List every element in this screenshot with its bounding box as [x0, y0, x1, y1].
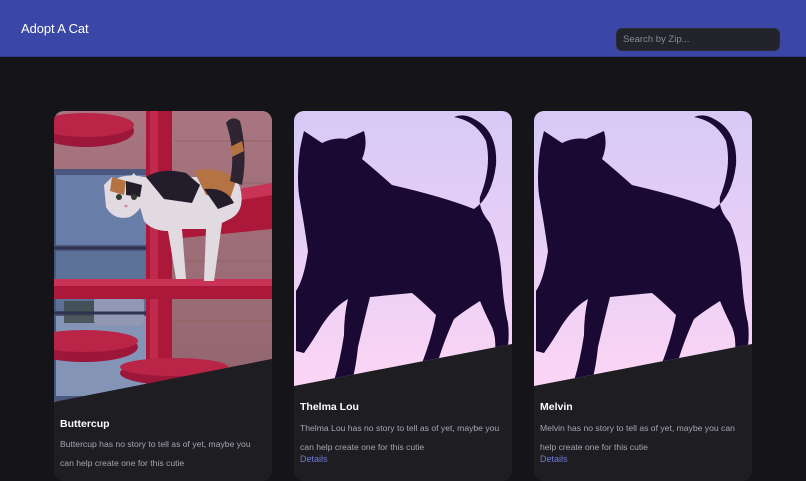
details-link[interactable]: Details — [540, 453, 568, 465]
cat-card-buttercup[interactable]: Buttercup Buttercup has no story to tell… — [54, 111, 272, 481]
cat-name: Melvin — [540, 401, 573, 413]
cat-silhouette-placeholder-image — [534, 111, 752, 386]
cat-description: Buttercup has no story to tell as of yet… — [60, 439, 251, 468]
cat-name: Thelma Lou — [300, 401, 359, 413]
cat-description: Melvin has no story to tell as of yet, m… — [540, 423, 735, 452]
calico-cat-photo-image — [54, 111, 272, 411]
zip-search-input[interactable] — [616, 28, 780, 51]
cat-card-thelma-lou[interactable]: Thelma Lou Thelma Lou has no story to te… — [294, 111, 512, 481]
cat-name: Buttercup — [60, 418, 110, 430]
top-navbar: Adopt A Cat — [0, 0, 806, 57]
details-link[interactable]: Details — [300, 453, 328, 465]
cat-card-melvin[interactable]: Melvin Melvin has no story to tell as of… — [534, 111, 752, 481]
cat-silhouette-placeholder-image — [294, 111, 512, 386]
cat-photo[interactable] — [534, 111, 752, 411]
brand-title[interactable]: Adopt A Cat — [21, 21, 89, 37]
cat-photo[interactable] — [54, 111, 272, 411]
cat-photo[interactable] — [294, 111, 512, 411]
cat-description: Thelma Lou has no story to tell as of ye… — [300, 423, 500, 452]
